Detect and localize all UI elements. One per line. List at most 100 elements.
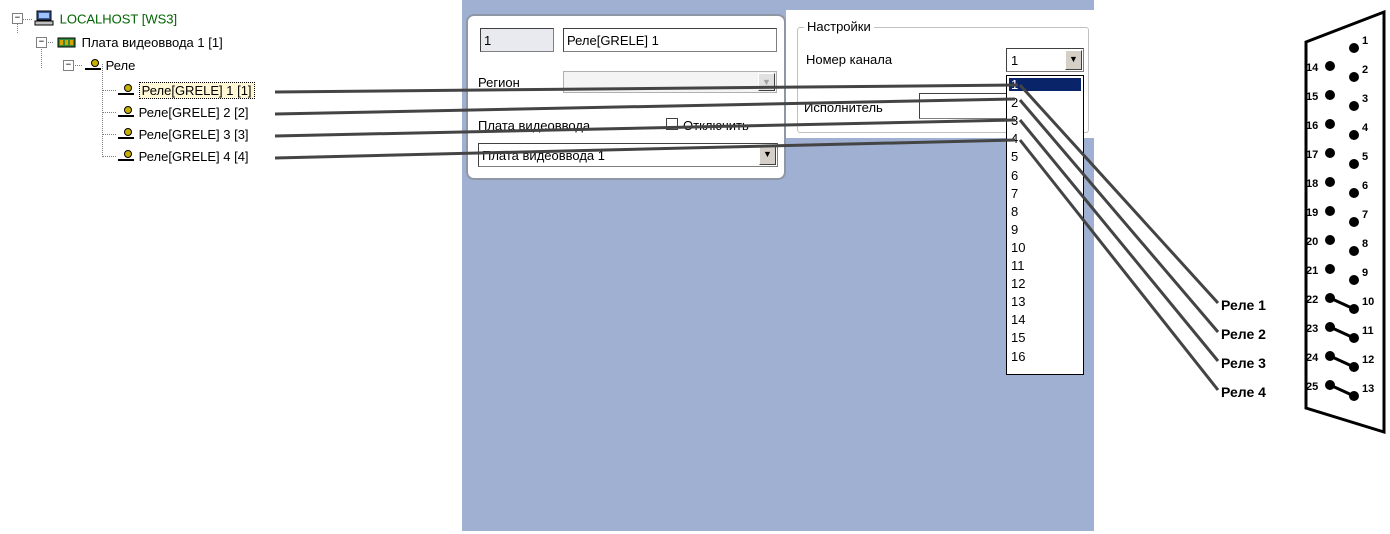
executor-label: Исполнитель	[804, 100, 883, 115]
channel-option[interactable]: 15	[1009, 331, 1081, 344]
pin-19	[1325, 206, 1335, 216]
tree-node-video-board[interactable]: Плата видеоввода 1 [1]	[56, 34, 223, 51]
channel-option[interactable]: 9	[1009, 223, 1081, 236]
pin-6	[1349, 188, 1359, 198]
chevron-down-icon[interactable]: ▼	[758, 73, 775, 91]
relay-pin-label-4: Реле 4	[1221, 384, 1266, 400]
channel-option[interactable]: 10	[1009, 241, 1081, 254]
db25-connector: 1234567891011121314151617181920212223242…	[1304, 9, 1386, 435]
channel-option[interactable]: 2	[1009, 96, 1081, 109]
channel-option[interactable]: 13	[1009, 295, 1081, 308]
pin-label: 23	[1306, 323, 1318, 335]
pin-label: 19	[1306, 207, 1318, 219]
disable-checkbox[interactable]	[666, 118, 678, 130]
pin-4	[1349, 130, 1359, 140]
tree-node-relay-2[interactable]: Реле[GRELE] 2 [2]	[117, 104, 249, 121]
object-card: 1 Реле[GRELE] 1 Регион ▼ Плата видеоввод…	[466, 14, 786, 180]
collapse-toggle[interactable]: −	[63, 60, 74, 71]
channel-option[interactable]: 1	[1009, 78, 1081, 91]
name-field[interactable]: Реле[GRELE] 1	[563, 28, 777, 52]
tree-node-relay-3[interactable]: Реле[GRELE] 3 [3]	[117, 126, 249, 143]
channel-label: Номер канала	[806, 52, 893, 67]
pin-label: 7	[1362, 209, 1368, 221]
settings-title: Настройки	[804, 19, 874, 34]
pin-label: 9	[1362, 267, 1368, 279]
pin-label: 11	[1362, 325, 1374, 337]
executor-field[interactable]	[919, 93, 1009, 119]
pin-label: 6	[1362, 180, 1368, 192]
relay-pin-label-2: Реле 2	[1221, 326, 1266, 342]
channel-option[interactable]: 7	[1009, 187, 1081, 200]
channel-option[interactable]: 4	[1009, 132, 1081, 145]
collapse-toggle[interactable]: −	[36, 37, 47, 48]
channel-option[interactable]: 16	[1009, 350, 1081, 363]
relay-icon	[84, 58, 102, 76]
pin-21	[1325, 264, 1335, 274]
chevron-down-icon[interactable]: ▼	[759, 145, 776, 165]
pin-17	[1325, 148, 1335, 158]
channel-select[interactable]: 1 ▼	[1006, 48, 1084, 72]
relay-pin-label-1: Реле 1	[1221, 297, 1266, 313]
pin-label: 16	[1306, 120, 1318, 132]
computer-icon	[34, 10, 56, 30]
tree-node-localhost[interactable]: LOCALHOST [WS3]	[34, 10, 177, 27]
tree-line	[17, 23, 18, 33]
relay-icon	[117, 149, 135, 167]
tree-label: Реле[GRELE] 3 [3]	[138, 127, 249, 142]
pin-label: 15	[1306, 91, 1318, 103]
tree-line	[102, 64, 103, 157]
pin-18	[1325, 177, 1335, 187]
pin-5	[1349, 159, 1359, 169]
pin-label: 8	[1362, 238, 1368, 250]
name-value: Реле[GRELE] 1	[567, 33, 659, 48]
pin-16	[1325, 119, 1335, 129]
channel-value: 1	[1011, 53, 1019, 68]
tree-label: Реле[GRELE] 1 [1]	[138, 82, 255, 99]
object-tree: − LOCALHOST [WS3] − Плата видеоввода 1 […	[0, 0, 462, 531]
pin-1	[1349, 43, 1359, 53]
region-label: Регион	[478, 75, 520, 90]
pin-20	[1325, 235, 1335, 245]
tree-line	[102, 156, 116, 157]
channel-option[interactable]: 5	[1009, 150, 1081, 163]
relay-icon	[117, 83, 135, 101]
pin-label: 12	[1362, 354, 1374, 366]
tree-line	[22, 19, 32, 20]
pin-label: 22	[1306, 294, 1318, 306]
channel-option[interactable]: 12	[1009, 277, 1081, 290]
connector-diagram: 1 2 3 4 5 6 7 8 9 10 11 12 13 14 15 16 17 18 19 20 21 22 23 24 2…	[1094, 0, 1390, 531]
tree-line	[102, 90, 116, 91]
tree-label: Реле	[105, 58, 136, 73]
pin-label: 25	[1306, 381, 1318, 393]
pin-label: 18	[1306, 178, 1318, 190]
pin-label: 5	[1362, 151, 1368, 163]
tree-node-relay-1[interactable]: Реле[GRELE] 1 [1]	[117, 82, 255, 99]
id-field[interactable]: 1	[480, 28, 554, 52]
channel-option[interactable]: 3	[1009, 114, 1081, 127]
pin-label: 20	[1306, 236, 1318, 248]
pin-label: 10	[1362, 296, 1374, 308]
pin-label: 17	[1306, 149, 1318, 161]
chevron-down-icon[interactable]: ▼	[1065, 50, 1082, 70]
collapse-toggle[interactable]: −	[12, 13, 23, 24]
tree-label: Реле[GRELE] 2 [2]	[138, 105, 249, 120]
pin-label: 14	[1306, 62, 1319, 74]
region-select[interactable]: ▼	[563, 71, 777, 93]
tree-label: Реле[GRELE] 4 [4]	[138, 149, 249, 164]
tree-node-relay-group[interactable]: Реле	[84, 57, 135, 74]
pin-9	[1349, 275, 1359, 285]
pin-8	[1349, 246, 1359, 256]
channel-dropdown-list[interactable]: 1 2 3 4 5 6 7 8 9 10 11 12 13 14 15 16	[1006, 75, 1084, 375]
tree-node-relay-4[interactable]: Реле[GRELE] 4 [4]	[117, 148, 249, 165]
channel-option[interactable]: 8	[1009, 205, 1081, 218]
connector-outline	[1304, 9, 1386, 435]
board-select[interactable]: Плата видеоввода 1 ▼	[478, 143, 778, 167]
channel-option[interactable]: 6	[1009, 169, 1081, 182]
channel-option[interactable]: 14	[1009, 313, 1081, 326]
tree-label: Плата видеоввода 1 [1]	[81, 35, 223, 50]
board-value: Плата видеоввода 1	[482, 148, 606, 163]
relay-pin-label-3: Реле 3	[1221, 355, 1266, 371]
channel-option[interactable]: 11	[1009, 259, 1081, 272]
pin-label: 2	[1362, 64, 1368, 76]
disable-label: Отключить	[683, 118, 749, 133]
